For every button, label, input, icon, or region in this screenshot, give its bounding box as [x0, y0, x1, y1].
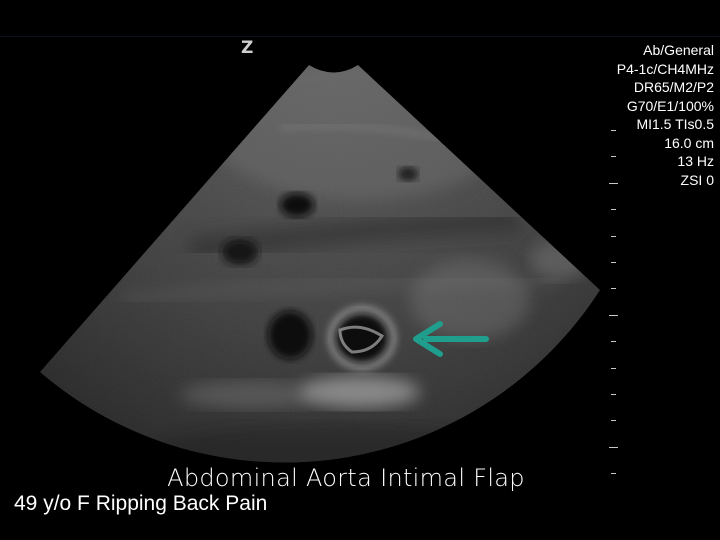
- patient-info: 49 y/o F Ripping Back Pain: [14, 492, 268, 515]
- depth-tick: [611, 235, 616, 237]
- scan-parameters: Ab/General P4-1c/CH4MHz DR65/M2/P2 G70/E…: [617, 41, 714, 189]
- depth-tick: [611, 130, 616, 131]
- ivc: [268, 311, 312, 359]
- param-gain: G70/E1/100%: [626, 97, 714, 114]
- param-preset: Ab/General: [643, 42, 714, 58]
- depth-tick: [609, 446, 618, 448]
- depth-tick: [611, 341, 616, 343]
- ultrasound-viewer: Z Ab/General P4-1c/CH4MHz DR65/M2/P2 G70…: [0, 0, 720, 540]
- depth-tick: [611, 420, 616, 422]
- depth-tick: [611, 262, 616, 263]
- orientation-marker: Z: [241, 38, 254, 58]
- portal-vessel: [280, 193, 314, 217]
- param-dynamic-range: DR65/M2/P2: [633, 79, 714, 95]
- depth-tick: [611, 367, 616, 369]
- depth-tick: [609, 182, 618, 184]
- depth-tick: [611, 156, 616, 158]
- depth-tick: [611, 209, 616, 211]
- depth-tick: [609, 314, 618, 316]
- depth-scale: [608, 130, 622, 490]
- param-frame-rate: 13 Hz: [677, 153, 714, 169]
- param-mechanical-index: MI1.5 TIs0.5: [636, 116, 714, 132]
- param-depth: 16.0 cm: [664, 134, 714, 151]
- depth-tick: [611, 394, 616, 395]
- param-zsi: ZSI 0: [680, 171, 714, 188]
- depth-tick: [611, 288, 616, 290]
- param-probe: P4-1c/CH4MHz: [616, 60, 714, 77]
- image-caption: Abdominal Aorta Intimal Flap: [167, 464, 525, 492]
